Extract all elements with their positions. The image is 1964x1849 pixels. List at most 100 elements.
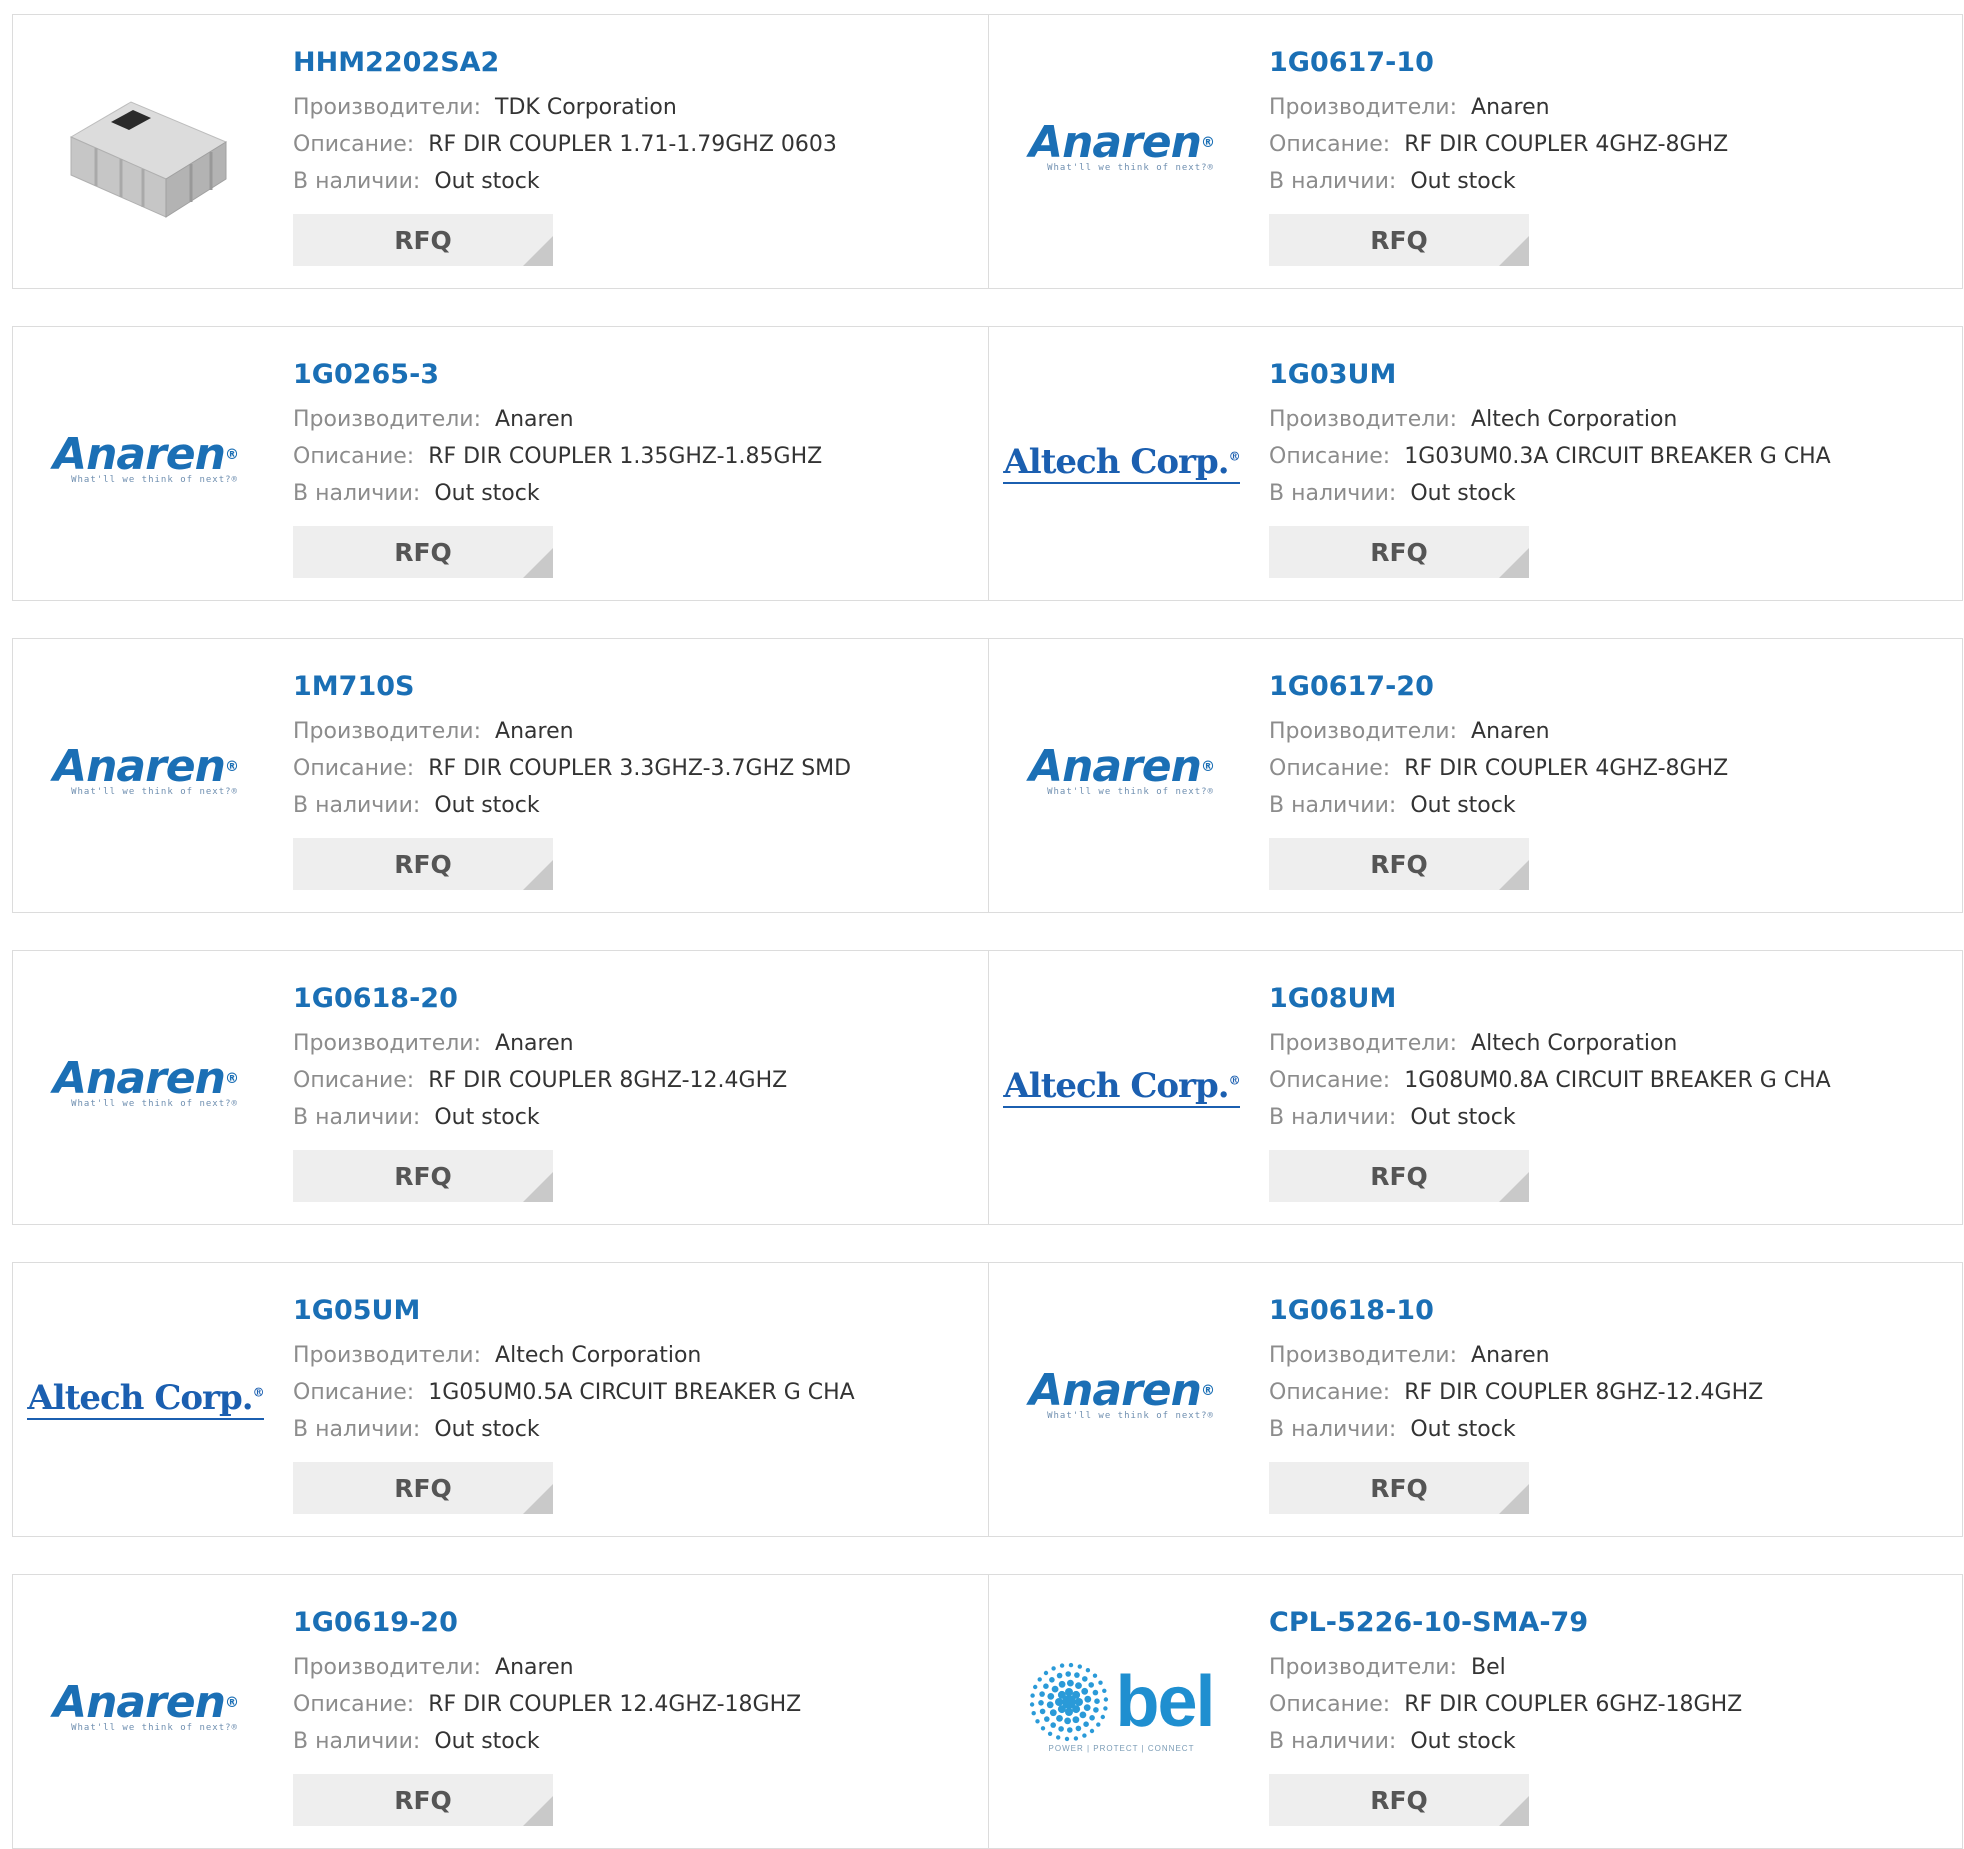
product-grid: HHM2202SA2 Производители: TDK Corporation… <box>12 14 1964 1849</box>
rfq-button[interactable]: RFQ <box>1269 214 1529 266</box>
availability-value: Out stock <box>1410 1417 1516 1442</box>
rfq-corner-triangle <box>1499 548 1529 578</box>
rfq-button[interactable]: RFQ <box>1269 526 1529 578</box>
product-card: HHM2202SA2 Производители: TDK Corporation… <box>12 14 989 289</box>
description-line: Описание: RF DIR COUPLER 8GHZ-12.4GHZ <box>293 1062 978 1099</box>
anaren-logo-word: Anaren <box>53 1677 226 1728</box>
part-number-link[interactable]: 1G03UM <box>1269 357 1952 393</box>
rfq-button[interactable]: RFQ <box>293 838 553 890</box>
product-image[interactable] <box>43 57 248 237</box>
anaren-logo: Anaren® What'll we think of next?® <box>53 433 239 486</box>
description-line: Описание: RF DIR COUPLER 4GHZ-8GHZ <box>1269 126 1952 163</box>
product-image[interactable]: Altech Corp.® <box>27 1305 265 1485</box>
product-card: Anaren® What'll we think of next?® 1M710S… <box>12 638 989 913</box>
rfq-button[interactable]: RFQ <box>1269 838 1529 890</box>
description-line: Описание: RF DIR COUPLER 1.35GHZ-1.85GHZ <box>293 438 978 475</box>
product-image[interactable]: Anaren® What'll we think of next?® <box>43 369 248 549</box>
product-info: CPL-5226-10-SMA-79 Производители: Bel Опи… <box>1269 1605 1952 1826</box>
manufacturer-value: Anaren <box>495 1655 574 1680</box>
anaren-logo-mark: ® <box>1200 759 1215 775</box>
product-card: Altech Corp.® 1G05UM Производители: Altec… <box>12 1262 989 1537</box>
availability-line: В наличии: Out stock <box>293 163 978 200</box>
description-value: RF DIR COUPLER 3.3GHZ-3.7GHZ SMD <box>428 756 852 781</box>
availability-value: Out stock <box>434 1729 540 1754</box>
availability-label: В наличии: <box>293 481 421 506</box>
product-image[interactable]: Altech Corp.® <box>1003 993 1241 1173</box>
description-value: RF DIR COUPLER 12.4GHZ-18GHZ <box>428 1692 802 1717</box>
availability-line: В наличии: Out stock <box>1269 475 1952 512</box>
rfq-label: RFQ <box>1370 225 1428 255</box>
rfq-corner-triangle <box>523 1484 553 1514</box>
part-number-link[interactable]: 1G05UM <box>293 1293 978 1329</box>
part-number-link[interactable]: 1G0618-20 <box>293 981 978 1017</box>
manufacturer-line: Производители: Anaren <box>293 713 978 750</box>
rfq-button[interactable]: RFQ <box>293 526 553 578</box>
manufacturer-label: Производители: <box>293 1031 482 1056</box>
product-card: Altech Corp.® 1G03UM Производители: Altec… <box>988 326 1963 601</box>
rfq-label: RFQ <box>394 225 452 255</box>
altech-logo-mark: ® <box>1228 1073 1241 1088</box>
part-number-link[interactable]: 1G0617-10 <box>1269 45 1952 81</box>
rfq-label: RFQ <box>1370 1785 1428 1815</box>
availability-value: Out stock <box>434 481 540 506</box>
anaren-logo: Anaren® What'll we think of next?® <box>53 1681 239 1734</box>
description-line: Описание: RF DIR COUPLER 6GHZ-18GHZ <box>1269 1686 1952 1723</box>
product-row: Anaren® What'll we think of next?® 1G0265… <box>12 326 1964 601</box>
availability-line: В наличии: Out stock <box>1269 1099 1952 1136</box>
anaren-logo-word: Anaren <box>1029 117 1202 168</box>
rfq-button[interactable]: RFQ <box>293 1774 553 1826</box>
availability-label: В наличии: <box>293 1729 421 1754</box>
availability-label: В наличии: <box>293 1105 421 1130</box>
anaren-logo: Anaren® What'll we think of next?® <box>53 1057 239 1110</box>
rfq-button[interactable]: RFQ <box>293 214 553 266</box>
rfq-button[interactable]: RFQ <box>293 1150 553 1202</box>
part-number-link[interactable]: 1G0617-20 <box>1269 669 1952 705</box>
manufacturer-label: Производители: <box>293 95 482 120</box>
product-image[interactable]: Anaren® What'll we think of next?® <box>1019 57 1224 237</box>
availability-value: Out stock <box>1410 793 1516 818</box>
manufacturer-value: Anaren <box>495 407 574 432</box>
part-number-link[interactable]: CPL-5226-10-SMA-79 <box>1269 1605 1952 1641</box>
rfq-button[interactable]: RFQ <box>1269 1462 1529 1514</box>
bel-sphere-icon <box>1030 1662 1109 1741</box>
part-number-link[interactable]: HHM2202SA2 <box>293 45 978 81</box>
rfq-button[interactable]: RFQ <box>1269 1150 1529 1202</box>
description-value: RF DIR COUPLER 8GHZ-12.4GHZ <box>428 1068 788 1093</box>
manufacturer-label: Производители: <box>1269 95 1458 120</box>
product-image[interactable]: Altech Corp.® <box>1003 369 1241 549</box>
part-number-link[interactable]: 1M710S <box>293 669 978 705</box>
altech-logo-word: Altech Corp. <box>27 1377 253 1418</box>
manufacturer-label: Производители: <box>1269 1655 1458 1680</box>
rfq-button[interactable]: RFQ <box>1269 1774 1529 1826</box>
part-number-link[interactable]: 1G0619-20 <box>293 1605 978 1641</box>
availability-label: В наличии: <box>1269 1105 1397 1130</box>
manufacturer-label: Производители: <box>1269 719 1458 744</box>
availability-label: В наличии: <box>1269 169 1397 194</box>
rfq-button[interactable]: RFQ <box>293 1462 553 1514</box>
product-image[interactable]: Anaren® What'll we think of next?® <box>43 1617 248 1797</box>
part-number-link[interactable]: 1G0618-10 <box>1269 1293 1952 1329</box>
part-number-link[interactable]: 1G08UM <box>1269 981 1952 1017</box>
manufacturer-value: TDK Corporation <box>495 95 677 120</box>
product-info: 1G05UM Производители: Altech Corporation … <box>293 1293 978 1514</box>
manufacturer-line: Производители: Altech Corporation <box>293 1337 978 1374</box>
manufacturer-label: Производители: <box>293 407 482 432</box>
anaren-logo-word: Anaren <box>1029 1365 1202 1416</box>
anaren-logo-tagline: What'll we think of next?® <box>1047 1411 1214 1421</box>
part-number-link[interactable]: 1G0265-3 <box>293 357 978 393</box>
description-label: Описание: <box>1269 1380 1391 1405</box>
rfq-corner-triangle <box>1499 860 1529 890</box>
manufacturer-value: Anaren <box>1471 719 1550 744</box>
product-image[interactable]: Anaren® What'll we think of next?® <box>43 681 248 861</box>
anaren-logo-word: Anaren <box>1029 741 1202 792</box>
description-value: RF DIR COUPLER 1.35GHZ-1.85GHZ <box>428 444 823 469</box>
manufacturer-label: Производители: <box>293 1343 482 1368</box>
product-image[interactable]: Anaren® What'll we think of next?® <box>1019 1305 1224 1485</box>
rfq-label: RFQ <box>394 1161 452 1191</box>
product-info: 1G0618-10 Производители: Anaren Описание:… <box>1269 1293 1952 1514</box>
product-image[interactable]: Anaren® What'll we think of next?® <box>1019 681 1224 861</box>
description-label: Описание: <box>1269 1068 1391 1093</box>
product-image[interactable]: Anaren® What'll we think of next?® <box>43 993 248 1173</box>
product-image[interactable]: bel POWER | PROTECT | CONNECT <box>1019 1617 1224 1797</box>
description-label: Описание: <box>1269 444 1391 469</box>
